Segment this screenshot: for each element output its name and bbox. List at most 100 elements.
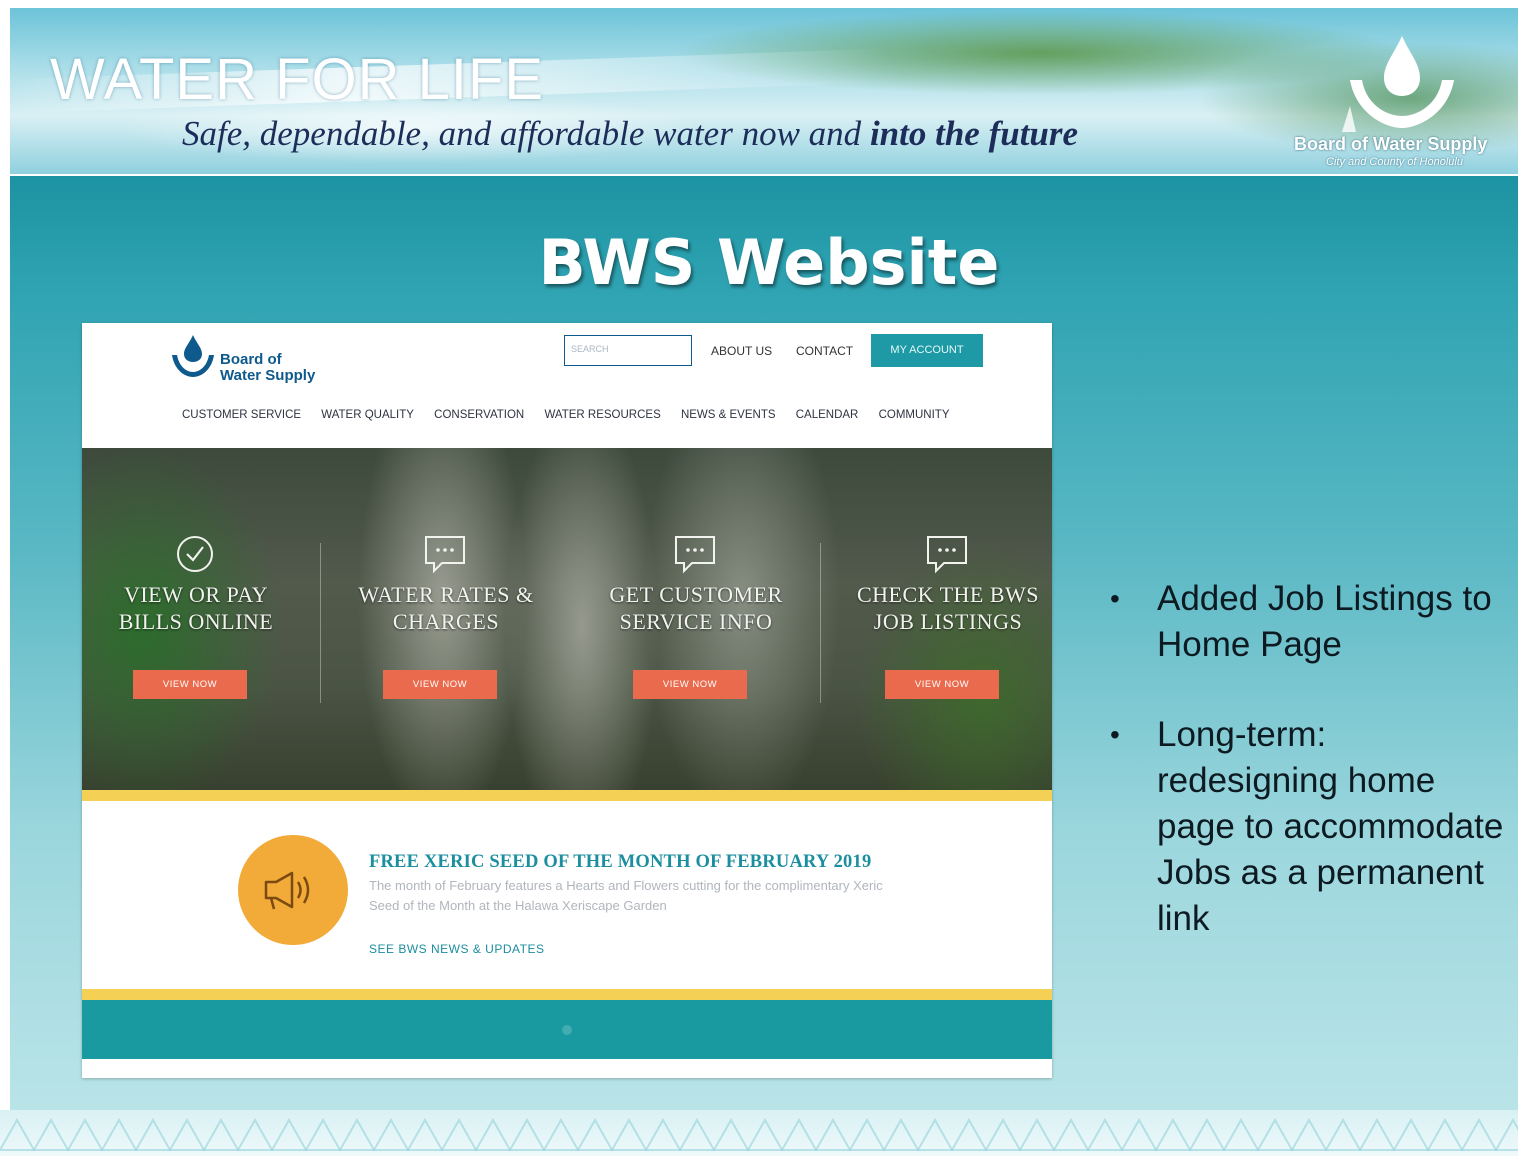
nav-water-quality[interactable]: WATER QUALITY [321,409,414,421]
pattern-triangle [1222,1117,1260,1151]
footer-dot [562,1025,572,1035]
pattern-triangle [1392,1117,1430,1151]
pattern-triangle [1256,1117,1294,1151]
water-drop-icon [172,335,214,377]
banner-tagline: Safe, dependable, and affordable water n… [182,114,1078,154]
site-logo[interactable]: Board of Water Supply [170,333,340,384]
bws-logo: Board of Water Supply City and County of… [1282,32,1518,172]
bullet-text: Long-term: redesigning home page to acco… [1157,715,1504,938]
chat-bubble-icon [675,536,715,574]
tile-label-line2: SERVICE INFO [619,609,773,634]
tile-label-line2: JOB LISTINGS [873,609,1023,634]
pattern-triangle [508,1117,546,1151]
nav-customer-service[interactable]: CUSTOMER SERVICE [182,409,301,421]
news-body: The month of February features a Hearts … [369,878,883,913]
pattern-triangle [746,1117,784,1151]
tile-label-line2: BILLS ONLINE [118,609,274,634]
pattern-triangle [1494,1117,1518,1151]
pattern-triangle [338,1117,376,1151]
site-logo-text: Board of Water Supply [220,352,315,384]
pattern-triangle [1290,1117,1328,1151]
pattern-triangle [372,1117,410,1151]
news-title[interactable]: FREE XERIC SEED OF THE MONTH OF FEBRUARY… [369,852,871,873]
decorative-footer-pattern [0,1110,1518,1156]
pattern-triangle [1188,1117,1226,1151]
hero-divider [320,543,321,703]
pattern-triangle [984,1117,1022,1151]
bullet-dot: • [1110,583,1120,614]
tile-label: VIEW OR PAY BILLS ONLINE [82,581,316,635]
megaphone-icon [264,871,310,910]
pattern-triangle [678,1117,716,1151]
banner-title: WATER FOR LIFE [50,47,545,112]
tagline-plain: Safe, dependable, and affordable water n… [182,114,870,153]
bullet-dot: • [1110,719,1120,750]
view-now-button[interactable]: VIEW NOW [133,670,247,699]
pattern-triangle [406,1117,444,1151]
nav-calendar[interactable]: CALENDAR [796,409,859,421]
pattern-triangle [134,1117,172,1151]
tile-label-line1: WATER RATES & [358,582,534,607]
tile-water-rates: WATER RATES & CHARGES VIEW NOW [326,448,566,790]
pattern-triangle [474,1117,512,1151]
view-now-button[interactable]: VIEW NOW [633,670,747,699]
pattern-triangle [814,1117,852,1151]
pattern-triangle [1052,1117,1090,1151]
pattern-triangle [610,1117,648,1151]
pattern-triangle [950,1117,988,1151]
view-now-button[interactable]: VIEW NOW [383,670,497,699]
contact-link[interactable]: CONTACT [796,344,853,358]
tile-label: CHECK THE BWS JOB LISTINGS [828,581,1052,635]
pattern-triangle [1154,1117,1192,1151]
pattern-triangle [0,1117,36,1151]
pattern-triangle [712,1117,750,1151]
nav-water-resources[interactable]: WATER RESOURCES [544,409,660,421]
site-footer [82,1000,1052,1059]
pattern-triangle [1018,1117,1056,1151]
pattern-triangle [1086,1117,1124,1151]
logo-subtitle: City and County of Honolulu [1326,156,1463,168]
logo-name: Board of Water Supply [1294,134,1488,154]
news-badge [238,835,348,945]
tile-label: WATER RATES & CHARGES [326,581,566,635]
slide-title: BWS Website [538,226,1000,299]
pattern-triangle [576,1117,614,1151]
hero-divider [820,543,821,703]
check-circle-icon [177,536,213,572]
tile-label: GET CUSTOMER SERVICE INFO [576,581,816,635]
tile-label-line1: CHECK THE BWS [856,582,1040,607]
pattern-triangle [1324,1117,1362,1151]
tile-label-line2: CHARGES [392,609,500,634]
pattern-triangle [202,1117,240,1151]
nav-conservation[interactable]: CONSERVATION [434,409,524,421]
search-input[interactable]: SEARCH [564,335,692,366]
site-logo-line1: Board of [220,351,282,368]
bullet-item: • Added Job Listings to Home Page [1106,576,1506,668]
pattern-triangle [1426,1117,1464,1151]
news-updates-link[interactable]: SEE BWS NEWS & UPDATES [369,942,544,956]
nav-news-events[interactable]: NEWS & EVENTS [681,409,776,421]
pattern-triangle [1460,1117,1498,1151]
chat-bubble-icon [927,536,967,574]
pattern-triangle [1120,1117,1158,1151]
bullet-list: • Added Job Listings to Home Page • Long… [1106,576,1506,942]
nav-community[interactable]: COMMUNITY [879,409,950,421]
water-drop-logo-icon [1342,36,1454,132]
pattern-triangle [100,1117,138,1151]
my-account-button[interactable]: MY ACCOUNT [871,334,983,367]
pattern-triangle [644,1117,682,1151]
pattern-triangle [1358,1117,1396,1151]
yellow-divider [82,989,1052,1000]
pattern-triangle [236,1117,274,1151]
tile-pay-bills: VIEW OR PAY BILLS ONLINE VIEW NOW [82,448,316,790]
about-us-link[interactable]: ABOUT US [711,344,772,358]
view-now-button[interactable]: VIEW NOW [885,670,999,699]
tile-label-line1: VIEW OR PAY [123,582,269,607]
tile-customer-service: GET CUSTOMER SERVICE INFO VIEW NOW [576,448,816,790]
pattern-triangle [848,1117,886,1151]
site-logo-line2: Water Supply [220,367,316,384]
pattern-triangle [780,1117,818,1151]
pattern-triangle [440,1117,478,1151]
pattern-triangle [882,1117,920,1151]
tile-job-listings: CHECK THE BWS JOB LISTINGS VIEW NOW [828,448,1052,790]
